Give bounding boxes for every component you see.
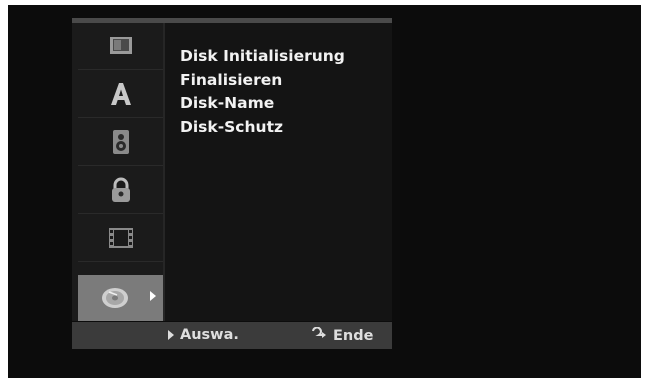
select-hint-label: Auswa.: [180, 327, 239, 343]
select-hint: Auswa.: [168, 327, 239, 343]
menu-item-disk-protect[interactable]: Disk-Schutz: [180, 116, 345, 140]
speaker-icon: [110, 129, 132, 155]
tv-screen-icon: [108, 35, 134, 57]
film-strip-icon: [107, 226, 135, 250]
menu-item-finalize[interactable]: Finalisieren: [180, 69, 345, 93]
end-hint-label: Ende: [333, 328, 374, 344]
panel-divider: [163, 23, 165, 321]
return-icon: [310, 326, 333, 345]
help-bar: Auswa. Ende: [72, 322, 392, 349]
setup-menu-panel: Disk Initialisierung Finalisieren Disk-N…: [72, 18, 392, 321]
sidebar-item-audio[interactable]: [78, 119, 163, 166]
disc-menu-list: Disk Initialisierung Finalisieren Disk-N…: [180, 45, 345, 139]
play-arrow-icon: [168, 330, 174, 340]
end-hint: Ende: [310, 326, 374, 345]
lock-icon: [109, 177, 133, 203]
sidebar-item-language[interactable]: [78, 71, 163, 118]
chevron-right-icon: [150, 291, 156, 301]
sidebar-item-display[interactable]: [78, 23, 163, 70]
sidebar-item-disc[interactable]: [78, 275, 163, 321]
category-sidebar: [72, 23, 163, 321]
menu-item-disk-name[interactable]: Disk-Name: [180, 92, 345, 116]
language-a-icon: [108, 81, 134, 107]
menu-item-disk-init[interactable]: Disk Initialisierung: [180, 45, 345, 69]
sidebar-item-lock[interactable]: [78, 167, 163, 214]
sidebar-item-recording[interactable]: [78, 215, 163, 262]
disc-icon: [101, 286, 131, 310]
osd-screen: Disk Initialisierung Finalisieren Disk-N…: [8, 5, 641, 378]
